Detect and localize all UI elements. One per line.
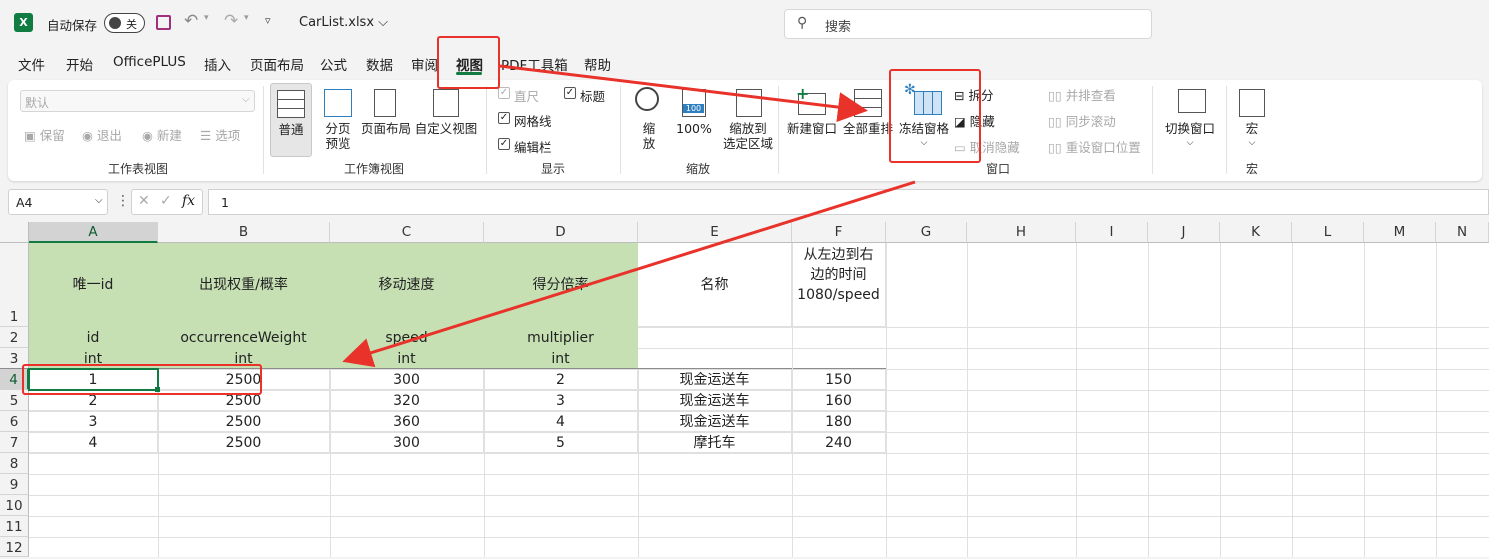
annotation-arrow-1 <box>499 64 868 122</box>
annotation-arrows <box>342 64 916 368</box>
annotation-arrow-2 <box>342 180 916 368</box>
